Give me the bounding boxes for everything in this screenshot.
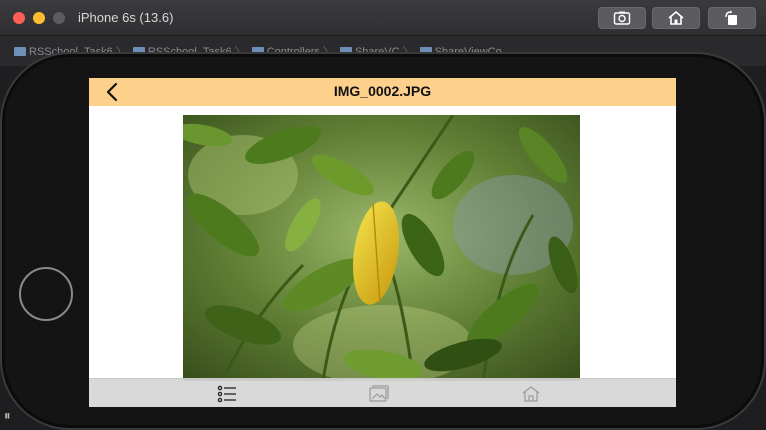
screenshot-icon bbox=[613, 11, 631, 25]
tab-list[interactable] bbox=[216, 384, 238, 404]
rotate-icon bbox=[725, 10, 737, 25]
list-icon bbox=[217, 385, 236, 403]
gallery-icon bbox=[369, 385, 389, 402]
window-title: iPhone 6s (13.6) bbox=[78, 10, 174, 25]
file-icon bbox=[14, 47, 26, 56]
page-title: IMG_0002.JPG bbox=[333, 83, 432, 99]
tab-gallery[interactable] bbox=[368, 384, 390, 404]
home-toolbar-button[interactable] bbox=[652, 7, 700, 29]
simulator-titlebar: iPhone 6s (13.6) bbox=[0, 0, 766, 36]
rotate-button[interactable] bbox=[708, 7, 756, 29]
zoom-window-button[interactable] bbox=[53, 12, 65, 24]
tab-bar bbox=[89, 378, 676, 407]
tab-home[interactable] bbox=[520, 384, 542, 404]
device-home-button[interactable] bbox=[19, 267, 73, 321]
close-window-button[interactable] bbox=[13, 12, 25, 24]
navigation-bar: IMG_0002.JPG bbox=[89, 78, 676, 106]
screenshot-button[interactable] bbox=[598, 7, 646, 29]
leaves-photo bbox=[183, 115, 580, 381]
app-screen: IMG_0002.JPG bbox=[89, 78, 676, 407]
home-icon bbox=[522, 386, 540, 402]
pause-icon[interactable]: ⏸ bbox=[4, 408, 11, 424]
minimize-window-button[interactable] bbox=[33, 12, 45, 24]
home-icon bbox=[668, 10, 684, 25]
photo-image[interactable] bbox=[183, 115, 580, 381]
